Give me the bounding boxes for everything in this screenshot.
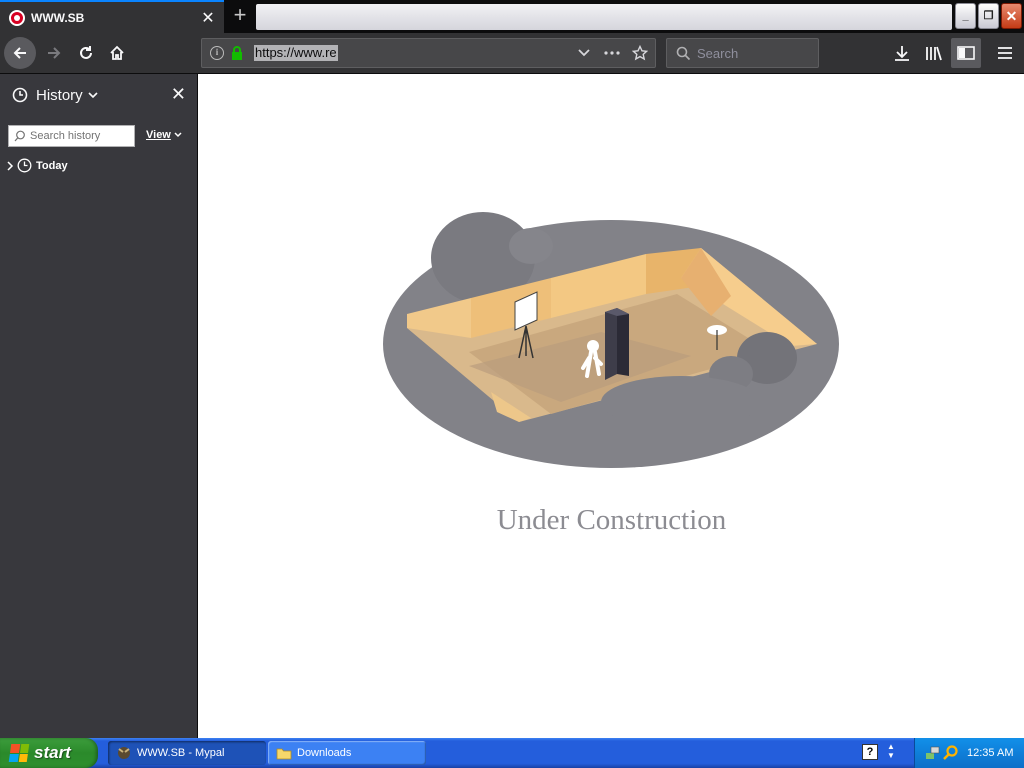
taskbar-item-browser[interactable]: WWW.SB - Mypal (108, 741, 266, 765)
history-search-input[interactable]: Search history (8, 125, 135, 147)
windows-taskbar: start WWW.SB - Mypal Downloads ? ▲ ▼ 12:3… (0, 738, 1024, 768)
title-bar: WWW.SB ✕ + _ ❐ ✕ (0, 0, 1024, 33)
url-bar[interactable]: i https://www.re (201, 38, 656, 68)
windows-logo-icon (8, 744, 30, 762)
search-bar[interactable]: Search (666, 38, 819, 68)
search-placeholder: Search (697, 46, 739, 61)
history-tree-label: Today (36, 159, 68, 172)
system-tray: 12:35 AM (914, 738, 1024, 768)
chevron-down-icon (174, 132, 182, 138)
view-label: View (146, 129, 171, 141)
library-button[interactable] (919, 38, 949, 68)
minimize-button[interactable]: _ (955, 3, 976, 29)
back-arrow-icon (13, 47, 26, 59)
menu-button[interactable] (990, 38, 1020, 68)
tab-close-icon[interactable]: ✕ (198, 8, 218, 28)
lock-icon (232, 46, 242, 60)
view-menu-button[interactable]: View (146, 129, 182, 141)
close-window-button[interactable]: ✕ (1001, 3, 1022, 29)
back-button[interactable] (4, 37, 36, 69)
folder-icon (276, 748, 292, 760)
sidebar-icon (957, 46, 975, 60)
search-icon (676, 46, 691, 61)
taskbar-item-label: WWW.SB - Mypal (137, 747, 225, 759)
navigation-toolbar: i https://www.re Search (0, 33, 1024, 74)
start-label: start (34, 743, 71, 762)
reload-button[interactable] (70, 37, 102, 69)
title-bar-empty-area[interactable] (256, 4, 952, 30)
restore-button[interactable]: ❐ (978, 3, 999, 29)
search-magnifier-icon[interactable] (943, 745, 959, 761)
url-dropdown-chevron-icon[interactable] (573, 42, 595, 64)
search-icon (14, 130, 25, 142)
home-icon (110, 45, 124, 60)
chevron-right-icon[interactable] (6, 160, 14, 171)
page-actions-ellipsis-icon[interactable] (601, 42, 623, 64)
tray-arrows-icon[interactable]: ▲ ▼ (885, 742, 897, 762)
forward-arrow-icon (48, 47, 61, 59)
reload-icon (80, 46, 92, 59)
downloads-button[interactable] (887, 38, 917, 68)
chevron-down-icon[interactable] (88, 91, 98, 99)
clock-icon (12, 87, 28, 103)
start-button[interactable]: start (0, 738, 98, 768)
taskbar-item-label: Downloads (297, 747, 352, 759)
history-search-placeholder: Search history (30, 130, 101, 142)
network-icon[interactable] (925, 745, 941, 761)
page-headline: Under Construction (496, 504, 727, 536)
window-controls: _ ❐ ✕ (955, 3, 1022, 29)
url-text[interactable]: https://www.re (254, 45, 338, 61)
url-actions (573, 42, 651, 64)
browser-app-icon (118, 747, 130, 759)
help-icon[interactable]: ? (862, 744, 878, 760)
clock[interactable]: 12:35 AM (967, 747, 1013, 759)
clock-icon (17, 158, 32, 173)
download-icon (895, 46, 909, 61)
page-content: Under Construction (199, 74, 1024, 738)
hamburger-menu-icon (998, 47, 1012, 59)
site-info-icon[interactable]: i (210, 46, 224, 60)
sidebar-close-icon[interactable]: ✕ (171, 84, 186, 105)
bookmark-star-icon[interactable] (629, 42, 651, 64)
new-tab-button[interactable]: + (226, 2, 254, 30)
sidebar-toggle-button[interactable] (951, 38, 981, 68)
under-construction-illustration (383, 212, 839, 468)
tab-active[interactable]: WWW.SB ✕ (0, 0, 224, 33)
forward-button[interactable] (38, 37, 70, 69)
sidebar-header[interactable]: History ✕ (0, 74, 198, 116)
history-tree-item-today[interactable]: Today (6, 158, 68, 173)
site-favicon-icon (9, 9, 25, 26)
library-icon (926, 46, 942, 61)
sidebar-title[interactable]: History (36, 87, 83, 104)
tab-title: WWW.SB (31, 10, 85, 25)
history-sidebar: History ✕ Search history View Today (0, 74, 198, 738)
home-button[interactable] (101, 37, 133, 69)
taskbar-item-downloads[interactable]: Downloads (268, 741, 426, 765)
